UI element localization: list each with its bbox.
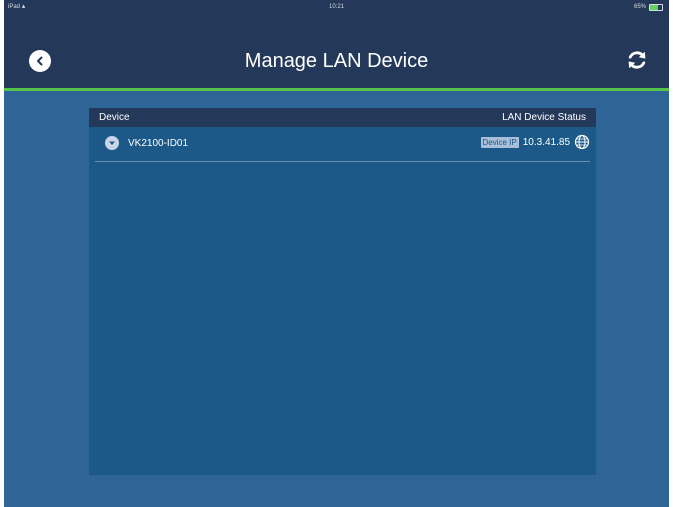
table-header: Device LAN Device Status: [89, 108, 596, 127]
column-lan-device-status: LAN Device Status: [502, 112, 586, 123]
page-title: Manage LAN Device: [244, 50, 429, 72]
battery-percent: 65%: [633, 4, 646, 10]
device-ip-label: Device IP: [480, 136, 519, 148]
refresh-icon: [628, 51, 646, 69]
header-accent-line: [4, 88, 669, 91]
chevron-down-icon: [109, 141, 115, 145]
battery-status: 65%: [634, 0, 663, 14]
status-bar: iPad ▴ 10:21 65%: [4, 0, 669, 14]
clock: 10:21: [328, 4, 344, 10]
lan-device-table: Device LAN Device Status VK2100-ID01 Dev…: [89, 108, 596, 475]
column-device: Device: [99, 112, 130, 123]
battery-fill: [650, 4, 658, 10]
device-ip-value: 10.3.41.85: [522, 136, 570, 148]
refresh-button[interactable]: [623, 46, 651, 74]
app-screen: iPad ▴ 10:21 65% Manage LAN Device Devic…: [4, 0, 669, 507]
expand-button[interactable]: [105, 136, 119, 150]
battery-icon: [649, 3, 663, 11]
globe-icon[interactable]: [574, 134, 590, 150]
table-row[interactable]: VK2100-ID01 Device IP 10.3.41.85: [95, 127, 590, 162]
device-status: Device IP 10.3.41.85: [480, 134, 591, 150]
top-bar: iPad ▴ 10:21 65% Manage LAN Device: [4, 0, 669, 91]
device-name: VK2100-ID01: [128, 138, 189, 149]
